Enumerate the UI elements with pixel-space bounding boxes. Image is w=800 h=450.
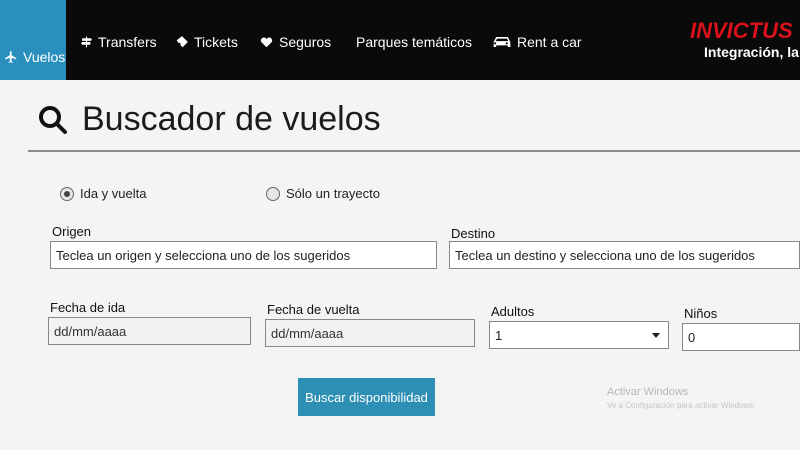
nav-item-label: Seguros [279,34,332,50]
adults-value: 1 [495,328,503,343]
departure-date-input[interactable]: dd/mm/aaaa [48,317,251,345]
top-navigation: Vuelos Transfers Tickets Seguros Parques… [0,0,800,80]
ticket-icon [176,36,188,48]
nav-item-vuelos[interactable]: Vuelos [0,0,66,80]
nav-item-parques[interactable]: Parques temáticos [356,34,472,50]
nav-item-tickets[interactable]: Tickets [175,34,238,50]
chevron-down-icon [652,333,660,338]
adults-select[interactable]: 1 [489,321,669,349]
car-icon [493,37,511,47]
origin-label: Origen [52,224,92,239]
title-divider [28,150,800,152]
origin-input[interactable]: Teclea un origen y selecciona uno de los… [50,241,437,269]
page-title-row: Buscador de vuelos [38,100,381,139]
radio-label: Sólo un trayecto [286,186,380,201]
heart-shield-icon [260,37,273,48]
nav-item-transfers[interactable]: Transfers [80,34,157,50]
plane-icon [5,51,17,63]
nav-item-label: Tickets [194,34,238,50]
search-icon [39,105,67,134]
radio-button[interactable] [266,186,280,201]
brand-tagline: Integración, la s [704,44,800,60]
radio-round-trip[interactable]: Ida y vuelta [60,186,147,201]
radio-one-way[interactable]: Sólo un trayecto [266,186,380,201]
windows-activation-hint: Ve a Configuración para activar Windows. [607,401,756,410]
nav-item-rent-a-car[interactable]: Rent a car [492,34,582,50]
adults-label: Adultos [491,304,535,319]
nav-item-label: Vuelos [23,49,66,65]
search-availability-button[interactable]: Buscar disponibilidad [298,378,435,416]
return-date-label: Fecha de vuelta [267,302,360,317]
signpost-icon [81,36,92,48]
page-title: Buscador de vuelos [82,100,381,138]
nav-item-label: Rent a car [517,34,582,50]
brand-logo[interactable]: INVICTUS [690,18,793,44]
nav-item-label: Parques temáticos [356,34,472,50]
windows-activation-watermark: Activar Windows [607,386,689,398]
destination-label: Destino [451,226,496,241]
children-label: Niños [684,306,718,321]
nav-item-seguros[interactable]: Seguros [259,34,331,50]
children-select[interactable]: 0 [682,323,800,351]
return-date-input[interactable]: dd/mm/aaaa [265,319,475,347]
nav-item-label: Transfers [98,34,157,50]
departure-date-label: Fecha de ida [50,300,126,315]
radio-button[interactable] [60,186,74,201]
destination-input[interactable]: Teclea un destino y selecciona uno de lo… [449,241,800,269]
radio-label: Ida y vuelta [80,186,147,201]
